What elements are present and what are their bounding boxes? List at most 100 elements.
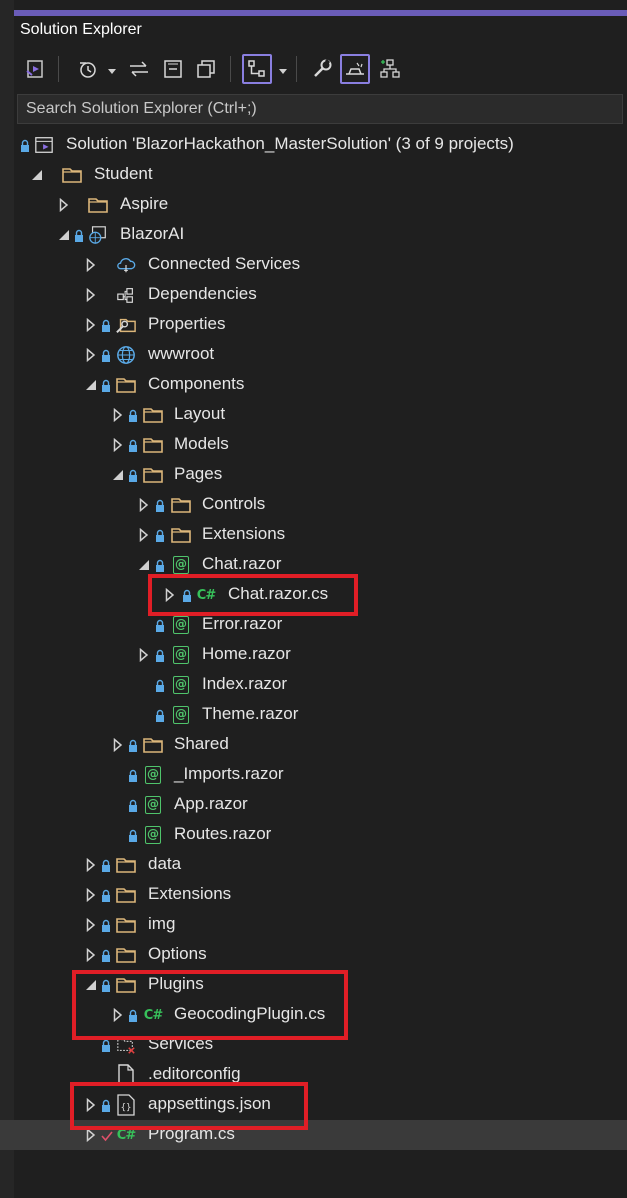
tree-item-imports-razor[interactable]: @ _Imports.razor	[0, 760, 627, 790]
tree-view-dropdown[interactable]	[276, 54, 290, 84]
preview-icon	[343, 59, 367, 79]
tree-item-shared[interactable]: Shared	[0, 730, 627, 760]
tree-item-label: Models	[174, 434, 229, 453]
tree-item-data[interactable]: data	[0, 850, 627, 880]
show-all-files-button[interactable]	[191, 54, 221, 84]
razor-file-icon: @	[143, 765, 163, 785]
pending-changes-filter-button[interactable]	[72, 54, 102, 84]
tree-item-properties[interactable]: Properties	[0, 310, 627, 340]
tree-view-button[interactable]	[242, 54, 272, 84]
lock-icon	[155, 708, 165, 722]
tree-item-theme-razor[interactable]: @ Theme.razor	[0, 700, 627, 730]
collapsed-arrow-icon[interactable]	[84, 347, 98, 363]
chevron-down-icon	[108, 60, 116, 79]
view-class-diagram-button[interactable]	[375, 54, 405, 84]
collapsed-arrow-icon[interactable]	[84, 287, 98, 303]
collapsed-arrow-icon[interactable]	[84, 917, 98, 933]
collapsed-arrow-icon[interactable]	[137, 647, 151, 663]
tree-item-home-razor[interactable]: @ Home.razor	[0, 640, 627, 670]
expanded-arrow-icon[interactable]	[30, 167, 44, 183]
tree-item-models[interactable]: Models	[0, 430, 627, 460]
tree-item-app-razor[interactable]: @ App.razor	[0, 790, 627, 820]
razor-file-icon: @	[171, 675, 191, 695]
connected-services-icon	[116, 255, 136, 275]
tree-item-img[interactable]: img	[0, 910, 627, 940]
lock-icon	[101, 948, 111, 962]
expanded-arrow-icon[interactable]	[137, 557, 151, 573]
collapsed-arrow-icon[interactable]	[111, 737, 125, 753]
tree-item-controls[interactable]: Controls	[0, 490, 627, 520]
collapsed-arrow-icon[interactable]	[111, 407, 125, 423]
dependencies-icon	[116, 285, 136, 305]
tree-item-solution[interactable]: Solution 'BlazorHackathon_MasterSolution…	[0, 130, 627, 160]
razor-file-icon: @	[171, 555, 191, 575]
tree-item-label: Components	[148, 374, 245, 393]
tree-item-label: Home.razor	[202, 644, 291, 663]
tree-item-dependencies[interactable]: Dependencies	[0, 280, 627, 310]
sync-with-active-document-button[interactable]	[124, 54, 154, 84]
tree-item-label: _Imports.razor	[174, 764, 284, 783]
collapsed-arrow-icon[interactable]	[84, 257, 98, 273]
razor-file-icon: @	[143, 795, 163, 815]
lock-icon	[128, 768, 138, 782]
tree-item-index-razor[interactable]: @ Index.razor	[0, 670, 627, 700]
tree-item-extensions-pages[interactable]: Extensions	[0, 520, 627, 550]
lock-icon	[155, 648, 165, 662]
preview-selected-items-button[interactable]	[340, 54, 370, 84]
properties-button[interactable]	[307, 54, 337, 84]
lock-icon	[20, 138, 30, 152]
lock-icon	[101, 918, 111, 932]
tree-item-aspire[interactable]: Aspire	[0, 190, 627, 220]
collapsed-arrow-icon[interactable]	[84, 947, 98, 963]
tree-item-label: Dependencies	[148, 284, 257, 303]
expanded-arrow-icon[interactable]	[57, 227, 71, 243]
tree-item-label: data	[148, 854, 182, 873]
tree-item-routes-razor[interactable]: @ Routes.razor	[0, 820, 627, 850]
toolbar	[14, 50, 627, 90]
tree-item-student[interactable]: Student	[0, 160, 627, 190]
tree-item-layout[interactable]: Layout	[0, 400, 627, 430]
razor-file-icon: @	[171, 705, 191, 725]
lock-icon	[155, 678, 165, 692]
collapsed-arrow-icon[interactable]	[137, 497, 151, 513]
expanded-arrow-icon[interactable]	[111, 467, 125, 483]
collapse-all-button[interactable]	[158, 54, 188, 84]
collapse-all-icon	[162, 58, 184, 80]
switch-views-button[interactable]	[20, 54, 50, 84]
lock-icon	[128, 798, 138, 812]
tree-item-options[interactable]: Options	[0, 940, 627, 970]
collapsed-arrow-icon[interactable]	[84, 857, 98, 873]
expanded-arrow-icon[interactable]	[84, 377, 98, 393]
tree-item-connected-services[interactable]: Connected Services	[0, 250, 627, 280]
toolbar-separator	[58, 56, 59, 82]
collapsed-arrow-icon[interactable]	[111, 437, 125, 453]
collapsed-arrow-icon[interactable]	[137, 527, 151, 543]
tree-item-label: Error.razor	[202, 614, 283, 633]
folder-icon	[116, 855, 136, 875]
tree-item-wwwroot[interactable]: wwwroot	[0, 340, 627, 370]
tree-item-pages[interactable]: Pages	[0, 460, 627, 490]
lock-icon	[155, 528, 165, 542]
tree-item-blazorai[interactable]: BlazorAI	[0, 220, 627, 250]
visual-studio-solution-icon	[24, 58, 46, 80]
tree-item-components[interactable]: Components	[0, 370, 627, 400]
collapsed-arrow-icon[interactable]	[84, 317, 98, 333]
search-input[interactable]: Search Solution Explorer (Ctrl+;)	[17, 94, 623, 124]
tree-item-label: Solution 'BlazorHackathon_MasterSolution…	[66, 134, 514, 153]
folder-icon	[62, 165, 82, 185]
collapsed-arrow-icon[interactable]	[84, 887, 98, 903]
tree-item-extensions[interactable]: Extensions	[0, 880, 627, 910]
lock-icon	[128, 438, 138, 452]
folder-icon	[143, 435, 163, 455]
pending-changes-dropdown[interactable]	[105, 54, 119, 84]
hierarchy-icon	[246, 58, 268, 80]
solution-icon	[34, 135, 54, 155]
tree-item-label: Extensions	[202, 524, 286, 543]
collapsed-arrow-icon[interactable]	[57, 197, 71, 213]
folder-icon	[143, 405, 163, 425]
folder-icon	[143, 735, 163, 755]
tree-item-label: Controls	[202, 494, 266, 513]
razor-file-icon: @	[143, 825, 163, 845]
web-project-icon	[88, 225, 108, 245]
pending-add-check-icon	[101, 1128, 113, 1142]
